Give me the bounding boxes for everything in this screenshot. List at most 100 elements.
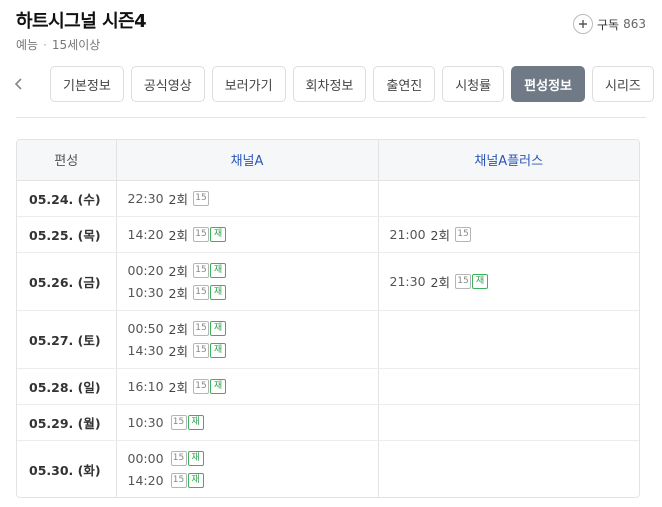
tab-6[interactable]: 시청률 [442, 66, 505, 102]
tab-8[interactable]: 시리즈 [592, 66, 654, 102]
slot-episode: 2회 [168, 191, 188, 207]
age-rating-badge: 15 [192, 284, 209, 300]
slot-episode: 2회 [168, 227, 188, 243]
rerun-badge: 재 [209, 262, 226, 278]
tab-5[interactable]: 출연진 [373, 66, 436, 102]
broadcast-slot: 14:20 2회 15 재 [128, 223, 378, 245]
broadcast-slot: 21:00 2회 15 [390, 223, 640, 245]
program-header: 하트시그널 시즌4 예능 · 15세이상 구독 863 [16, 10, 646, 60]
slot-time: 00:00 [127, 450, 164, 466]
subscribe-label: 구독 [597, 17, 620, 32]
channel-b-cell [378, 310, 639, 369]
slot-time: 21:30 [389, 273, 426, 289]
schedule-date: 05.28. (일) [17, 368, 117, 405]
schedule-row: 05.28. (일) 16:10 2회 15 재 [17, 368, 639, 405]
rerun-badge: 재 [187, 450, 204, 466]
header-date: 편성 [17, 140, 117, 181]
program-title: 하트시그널 시즌4 [16, 11, 147, 32]
chevron-left-icon[interactable] [10, 75, 28, 93]
age-rating-badge: 15 [192, 262, 209, 278]
slot-time: 14:20 [127, 472, 164, 488]
channel-b-cell: 21:00 2회 15 [378, 216, 640, 253]
channel-b-cell: 21:30 2회 15 재 [378, 252, 640, 311]
slot-episode: 2회 [168, 379, 188, 395]
tab-4[interactable]: 회차정보 [292, 66, 367, 102]
slot-time: 10:30 [127, 284, 164, 300]
schedule-date: 05.29. (월) [17, 404, 117, 441]
slot-time: 22:30 [127, 190, 164, 206]
age-rating-badge: 15 [170, 450, 187, 466]
channel-a-cell: 22:30 2회 15 [116, 180, 379, 217]
age-rating-badge: 15 [192, 190, 209, 206]
age-rating-badge: 15 [192, 342, 209, 358]
slot-episode: 2회 [168, 263, 188, 279]
channel-a-cell: 14:20 2회 15 재 [116, 216, 379, 253]
rerun-badge: 재 [209, 284, 226, 300]
rerun-badge: 재 [471, 273, 488, 289]
schedule-date: 05.30. (화) [17, 440, 117, 497]
tab-3[interactable]: 보러가기 [211, 66, 286, 102]
schedule-date: 05.27. (토) [17, 310, 117, 369]
subscribe-button[interactable]: 구독 863 [573, 14, 646, 34]
tab-list: 기본정보 공식영상 보러가기 회차정보 출연진 시청률 편성정보 시리즈 [50, 66, 661, 102]
schedule-table: 편성 채널A 채널A플러스 05.24. (수) 22:30 2회 15 05.25. … [16, 139, 640, 498]
broadcast-slot: 16:10 2회 15 재 [128, 375, 378, 397]
broadcast-slot: 10:30 15 재 [128, 411, 378, 433]
rerun-badge: 재 [209, 378, 226, 394]
tab-7[interactable]: 편성정보 [511, 66, 585, 102]
schedule-row: 05.25. (목) 14:20 2회 15 재 21:00 2회 15 [17, 216, 640, 253]
broadcast-slot: 21:30 2회 15 재 [390, 270, 640, 292]
channel-a-cell: 00:00 15 재 14:20 15 재 [116, 440, 379, 497]
meta-separator: · [43, 38, 47, 52]
program-meta: 예능 · 15세이상 [16, 37, 646, 53]
slot-episode: 2회 [168, 343, 188, 359]
slot-episode: 2회 [430, 227, 450, 243]
schedule-row: 05.29. (월) 10:30 15 재 [17, 404, 639, 441]
age-rating-badge: 15 [454, 226, 471, 242]
header-channel-a: 채널A [116, 140, 379, 181]
plus-circle-icon [573, 14, 593, 34]
slot-time: 14:20 [127, 226, 164, 242]
channel-b-cell [378, 368, 639, 405]
divider [16, 117, 646, 118]
program-genre: 예능 [16, 38, 39, 52]
slot-time: 16:10 [127, 378, 164, 394]
channel-a-cell: 00:50 2회 15 재 14:30 2회 15 재 [116, 310, 379, 369]
tab-1[interactable]: 기본정보 [50, 66, 124, 102]
tab-bar: 기본정보 공식영상 보러가기 회차정보 출연진 시청률 편성정보 시리즈 [0, 66, 662, 104]
program-rating: 15세이상 [51, 38, 101, 52]
channel-a-cell: 00:20 2회 15 재 10:30 2회 15 재 [116, 252, 379, 311]
channel-b-cell [378, 440, 639, 497]
broadcast-slot: 10:30 2회 15 재 [128, 281, 378, 303]
age-rating-badge: 15 [454, 273, 471, 289]
broadcast-slot: 14:30 2회 15 재 [128, 339, 378, 361]
rerun-badge: 재 [209, 226, 226, 242]
slot-episode: 2회 [430, 274, 450, 290]
schedule-date: 05.24. (수) [17, 180, 117, 217]
tab-2[interactable]: 공식영상 [130, 66, 205, 102]
slot-time: 00:50 [127, 320, 164, 336]
slot-episode: 2회 [168, 285, 188, 301]
age-rating-badge: 15 [192, 378, 209, 394]
subscribe-count: 863 [623, 17, 646, 31]
channel-b-cell [378, 404, 639, 441]
broadcast-slot: 00:50 2회 15 재 [128, 317, 378, 339]
slot-time: 10:30 [127, 414, 164, 430]
broadcast-slot: 00:20 2회 15 재 [128, 259, 378, 281]
rerun-badge: 재 [187, 414, 204, 430]
age-rating-badge: 15 [192, 320, 209, 336]
header-channel-b: 채널A플러스 [378, 140, 639, 181]
slot-time: 21:00 [389, 226, 426, 242]
age-rating-badge: 15 [192, 226, 209, 242]
channel-a-cell: 16:10 2회 15 재 [116, 368, 379, 405]
rerun-badge: 재 [209, 342, 226, 358]
broadcast-slot: 22:30 2회 15 [128, 187, 378, 209]
broadcast-slot: 14:20 15 재 [128, 469, 378, 491]
age-rating-badge: 15 [170, 414, 187, 430]
slot-episode: 2회 [168, 321, 188, 337]
schedule-row: 05.24. (수) 22:30 2회 15 [17, 180, 639, 217]
schedule-row: 05.27. (토) 00:50 2회 15 재 14:30 2회 15 재 [17, 310, 639, 369]
schedule-header-row: 편성 채널A 채널A플러스 [17, 140, 639, 181]
slot-time: 00:20 [127, 262, 164, 278]
channel-a-cell: 10:30 15 재 [116, 404, 379, 441]
